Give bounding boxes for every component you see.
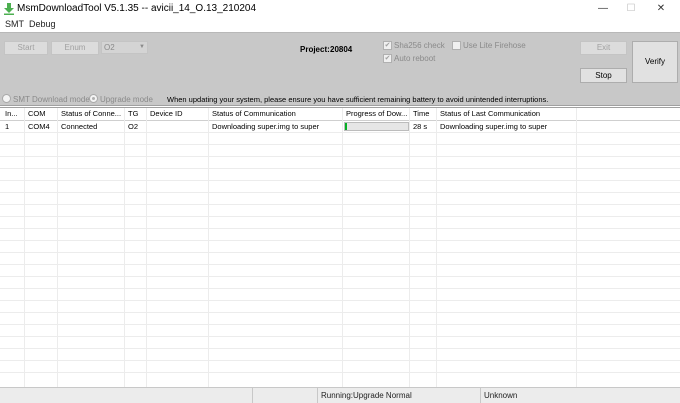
status-mode: Running:Upgrade Normal [317, 388, 480, 403]
close-button[interactable]: ✕ [647, 0, 675, 18]
download-progress-fill [345, 123, 347, 130]
row-com: COM4 [28, 122, 50, 131]
sha256-label: Sha256 check [394, 41, 445, 50]
row-communication-status: Downloading super.img to super [212, 122, 320, 131]
status-segment-spacer [252, 388, 317, 403]
auto-reboot-label: Auto reboot [394, 54, 436, 63]
upgrade-mode-label: Upgrade mode [100, 95, 153, 104]
lite-firehose-checkbox[interactable] [452, 41, 461, 50]
enum-button[interactable]: Enum [51, 41, 99, 55]
sha256-checkbox[interactable]: ✔ [383, 41, 392, 50]
row-time: 28 s [413, 122, 428, 131]
column-header-last-communication[interactable]: Status of Last Communication [437, 108, 576, 120]
column-header-tg[interactable]: TG [125, 108, 146, 120]
column-header-connection[interactable]: Status of Conne... [58, 108, 124, 120]
menu-debug[interactable]: Debug [29, 19, 56, 29]
smt-download-mode-label: SMT Download mode [13, 95, 90, 104]
control-panel: Start Enum O2 ▼ Project: 20804 ✔ Sha256 … [0, 32, 680, 106]
row-last-communication: Downloading super.img to super [440, 122, 548, 131]
exit-button[interactable]: Exit [580, 41, 627, 55]
row-connection-status: Connected [61, 122, 98, 131]
verify-button[interactable]: Verify [632, 41, 678, 83]
start-button[interactable]: Start [4, 41, 48, 55]
row-device-id [147, 121, 208, 132]
window-title: MsmDownloadTool V5.1.35 -- avicii_14_O.1… [17, 3, 257, 14]
menu-bar: SMT Debug [0, 18, 680, 32]
stop-button[interactable]: Stop [580, 68, 627, 83]
title-bar: MsmDownloadTool V5.1.35 -- avicii_14_O.1… [0, 0, 680, 18]
maximize-button[interactable]: ☐ [617, 0, 645, 18]
column-header-communication[interactable]: Status of Communication [209, 108, 342, 120]
download-progress-bar [344, 122, 409, 131]
download-app-icon [4, 3, 14, 15]
status-state: Unknown [480, 388, 680, 403]
device-table: In... COM Status of Conne... TG Device I… [0, 107, 680, 388]
lite-firehose-label: Use Lite Firehose [463, 41, 526, 50]
column-header-device-id[interactable]: Device ID [147, 108, 208, 120]
column-header-index[interactable]: In... [2, 108, 24, 120]
column-header-com[interactable]: COM [25, 108, 57, 120]
column-header-progress[interactable]: Progress of Dow... [343, 108, 409, 120]
project-value: 20804 [330, 45, 353, 54]
minimize-button[interactable]: — [589, 0, 617, 18]
auto-reboot-checkbox[interactable]: ✔ [383, 54, 392, 63]
row-tg: O2 [128, 122, 139, 131]
chevron-down-icon: ▼ [139, 44, 145, 50]
menu-smt[interactable]: SMT [5, 19, 24, 29]
status-bar: Running:Upgrade Normal Unknown [0, 387, 680, 403]
battery-notice: When updating your system, please ensure… [167, 95, 549, 104]
upgrade-mode-radio[interactable] [89, 94, 98, 103]
smt-download-mode-radio[interactable] [2, 94, 11, 103]
target-select[interactable]: O2 ▼ [101, 41, 148, 54]
column-header-time[interactable]: Time [410, 108, 436, 120]
row-index: 1 [5, 122, 10, 131]
target-select-value: O2 [104, 43, 115, 52]
status-segment-empty [0, 388, 252, 403]
project-label: Project: [300, 45, 330, 54]
